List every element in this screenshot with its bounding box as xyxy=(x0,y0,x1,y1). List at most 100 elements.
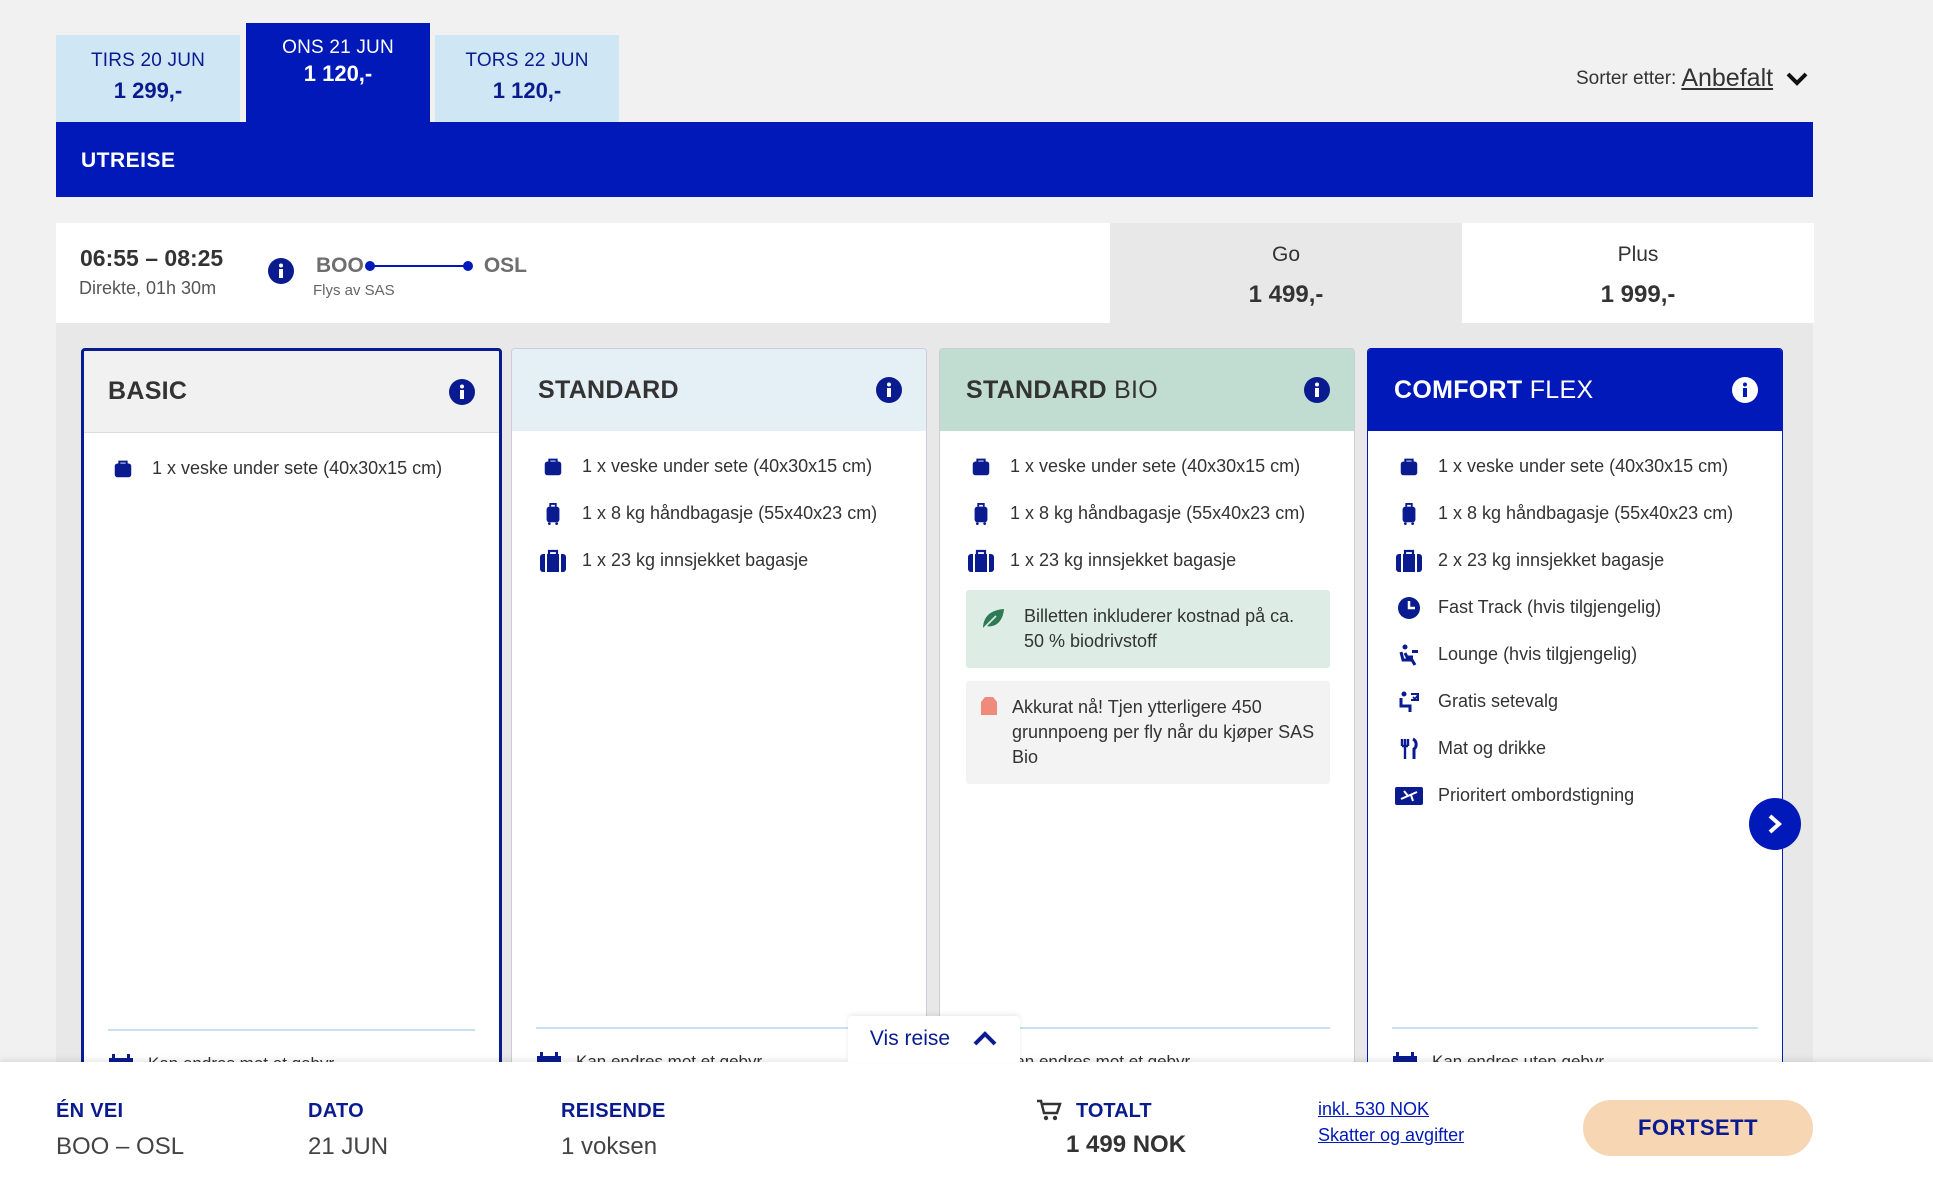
next-fares-button[interactable] xyxy=(1749,798,1801,850)
feature-food: Mat og drikke xyxy=(1394,725,1758,772)
info-icon[interactable] xyxy=(1732,377,1758,403)
show-trip-toggle[interactable]: Vis reise xyxy=(848,1016,1020,1062)
direction-header: UTREISE xyxy=(56,122,1813,197)
sort-control[interactable]: Sorter etter: Anbefalt xyxy=(1576,64,1809,93)
tag-icon xyxy=(981,697,997,715)
date-tab-price: 1 120,- xyxy=(303,61,373,86)
date-tab-22-jun[interactable]: TORS 22 JUN 1 120,- xyxy=(435,35,619,123)
info-icon[interactable] xyxy=(449,379,475,405)
date-tab-day: TORS 22 JUN xyxy=(465,50,589,71)
trip-type: ÉN VEI BOO – OSL xyxy=(56,1100,184,1161)
chevron-down-icon xyxy=(1786,72,1808,86)
fare-card-header: BASIC xyxy=(84,351,499,433)
feature-personal-item: 1 x veske under sete (40x30x15 cm) xyxy=(538,443,902,490)
continue-button[interactable]: FORTSETT xyxy=(1583,1100,1813,1156)
show-trip-label: Vis reise xyxy=(869,1027,951,1050)
suitcase-icon xyxy=(1395,549,1423,573)
trolley-icon xyxy=(542,500,564,528)
feature-fast-track: Fast Track (hvis tilgjengelig) xyxy=(1394,584,1758,631)
boarding-icon xyxy=(1394,784,1424,808)
fare-card-comfort-flex[interactable]: COMFORT FLEX 1 x veske under sete (40x30… xyxy=(1367,348,1783,1068)
fare-name: COMFORT FLEX xyxy=(1394,375,1594,404)
fare-card-standard-bio[interactable]: STANDARD BIO 1 x veske under sete (40x30… xyxy=(939,348,1355,1068)
date-tab-day: TIRS 20 JUN xyxy=(90,50,206,71)
travellers-value: 1 voksen xyxy=(561,1133,658,1160)
feature-priority-boarding: Prioritert ombordstigning xyxy=(1394,772,1758,819)
chevron-up-icon xyxy=(973,1031,997,1046)
fare-name: BASIC xyxy=(108,377,188,405)
total-value: 1 499 NOK xyxy=(1066,1131,1187,1158)
cart-icon xyxy=(1037,1099,1062,1121)
clock-icon xyxy=(1397,596,1421,620)
fare-card-standard[interactable]: STANDARD 1 x veske under sete (40x30x15 … xyxy=(511,348,927,1068)
chevron-right-icon xyxy=(1768,814,1783,834)
travellers-label: REISENDE xyxy=(561,1100,666,1122)
fare-name: STANDARD BIO xyxy=(966,375,1159,404)
fare-card-basic[interactable]: BASIC 1 x veske under sete (40x30x15 cm)… xyxy=(81,348,502,1068)
bag-icon xyxy=(1398,456,1420,478)
info-icon[interactable] xyxy=(876,377,902,403)
operated-by: Flys av SAS xyxy=(313,282,395,299)
price-option-label: Plus xyxy=(1617,243,1659,266)
feature-checked-bag: 1 x 23 kg innsjekket bagasje xyxy=(538,537,902,584)
taxes-link[interactable]: inkl. 530 NOK Skatter og avgifter xyxy=(1318,1096,1464,1148)
date-label: DATO xyxy=(308,1100,365,1122)
feature-personal-item: 1 x veske under sete (40x30x15 cm) xyxy=(966,443,1330,490)
taxes-label: Skatter og avgifter xyxy=(1318,1125,1465,1145)
lounge-icon xyxy=(1397,643,1421,667)
biofuel-note: Billetten inkluderer kostnad på ca. 50 %… xyxy=(966,590,1330,668)
date-tab-price: 1 299,- xyxy=(113,78,183,103)
feature-personal-item: 1 x veske under sete (40x30x15 cm) xyxy=(108,445,475,492)
info-icon[interactable] xyxy=(1304,377,1330,403)
route: BOO OSL xyxy=(316,254,527,278)
fare-card-header: COMFORT FLEX xyxy=(1368,349,1782,431)
price-option-amount: 1 499,- xyxy=(1248,281,1324,308)
fare-card-header: STANDARD xyxy=(512,349,926,431)
sort-label: Sorter etter: xyxy=(1576,67,1677,89)
points-note: Akkurat nå! Tjen ytterligere 450 grunnpo… xyxy=(966,681,1330,784)
feature-cabin-bag: 1 x 8 kg håndbagasje (55x40x23 cm) xyxy=(538,490,902,537)
route-line xyxy=(364,261,473,271)
trip-type-label: ÉN VEI xyxy=(56,1100,124,1122)
feature-checked-bag: 2 x 23 kg innsjekket bagasje xyxy=(1394,537,1758,584)
price-option-plus[interactable]: Plus 1 999,- xyxy=(1462,223,1814,323)
trip-date: DATO 21 JUN xyxy=(308,1100,388,1161)
origin-code: BOO xyxy=(316,254,364,277)
feature-personal-item: 1 x veske under sete (40x30x15 cm) xyxy=(1394,443,1758,490)
total-label: TOTALT xyxy=(1076,1100,1152,1122)
feature-lounge: Lounge (hvis tilgjengelig) xyxy=(1394,631,1758,678)
taxes-amount: inkl. 530 NOK xyxy=(1318,1099,1430,1119)
total-price: TOTALT 1 499 NOK xyxy=(1036,1099,1187,1159)
date-tab-20-jun[interactable]: TIRS 20 JUN 1 299,- xyxy=(56,35,240,123)
price-option-go[interactable]: Go 1 499,- xyxy=(1110,223,1462,323)
trolley-icon xyxy=(970,500,992,528)
feature-seat-selection: Gratis setevalg xyxy=(1394,678,1758,725)
flight-row[interactable]: 06:55 – 08:25 Direkte, 01h 30m BOO OSL F… xyxy=(56,223,1814,323)
feature-cabin-bag: 1 x 8 kg håndbagasje (55x40x23 cm) xyxy=(1394,490,1758,537)
info-icon[interactable] xyxy=(268,258,294,284)
fare-card-header: STANDARD BIO xyxy=(940,349,1354,431)
fare-name: STANDARD xyxy=(538,375,679,404)
bag-icon xyxy=(542,456,564,478)
suitcase-icon xyxy=(967,549,995,573)
date-value: 21 JUN xyxy=(308,1133,389,1160)
feature-cabin-bag: 1 x 8 kg håndbagasje (55x40x23 cm) xyxy=(966,490,1330,537)
seat-icon xyxy=(1397,690,1421,714)
date-tab-21-jun[interactable]: ONS 21 JUN 1 120,- xyxy=(246,23,430,123)
bag-icon xyxy=(112,458,134,480)
leaf-icon xyxy=(982,609,1004,630)
price-option-amount: 1 999,- xyxy=(1600,281,1676,308)
sort-value[interactable]: Anbefalt xyxy=(1681,64,1773,93)
trip-route: BOO – OSL xyxy=(56,1133,185,1160)
travellers: REISENDE 1 voksen xyxy=(561,1100,666,1161)
date-tab-day: ONS 21 JUN xyxy=(282,37,394,58)
flight-duration: Direkte, 01h 30m xyxy=(79,278,217,298)
feature-checked-bag: 1 x 23 kg innsjekket bagasje xyxy=(966,537,1330,584)
destination-code: OSL xyxy=(483,254,528,277)
cutlery-icon xyxy=(1397,737,1421,761)
suitcase-icon xyxy=(539,549,567,573)
trolley-icon xyxy=(1398,500,1420,528)
bag-icon xyxy=(970,456,992,478)
date-tab-price: 1 120,- xyxy=(492,78,562,103)
price-option-label: Go xyxy=(1271,243,1300,266)
